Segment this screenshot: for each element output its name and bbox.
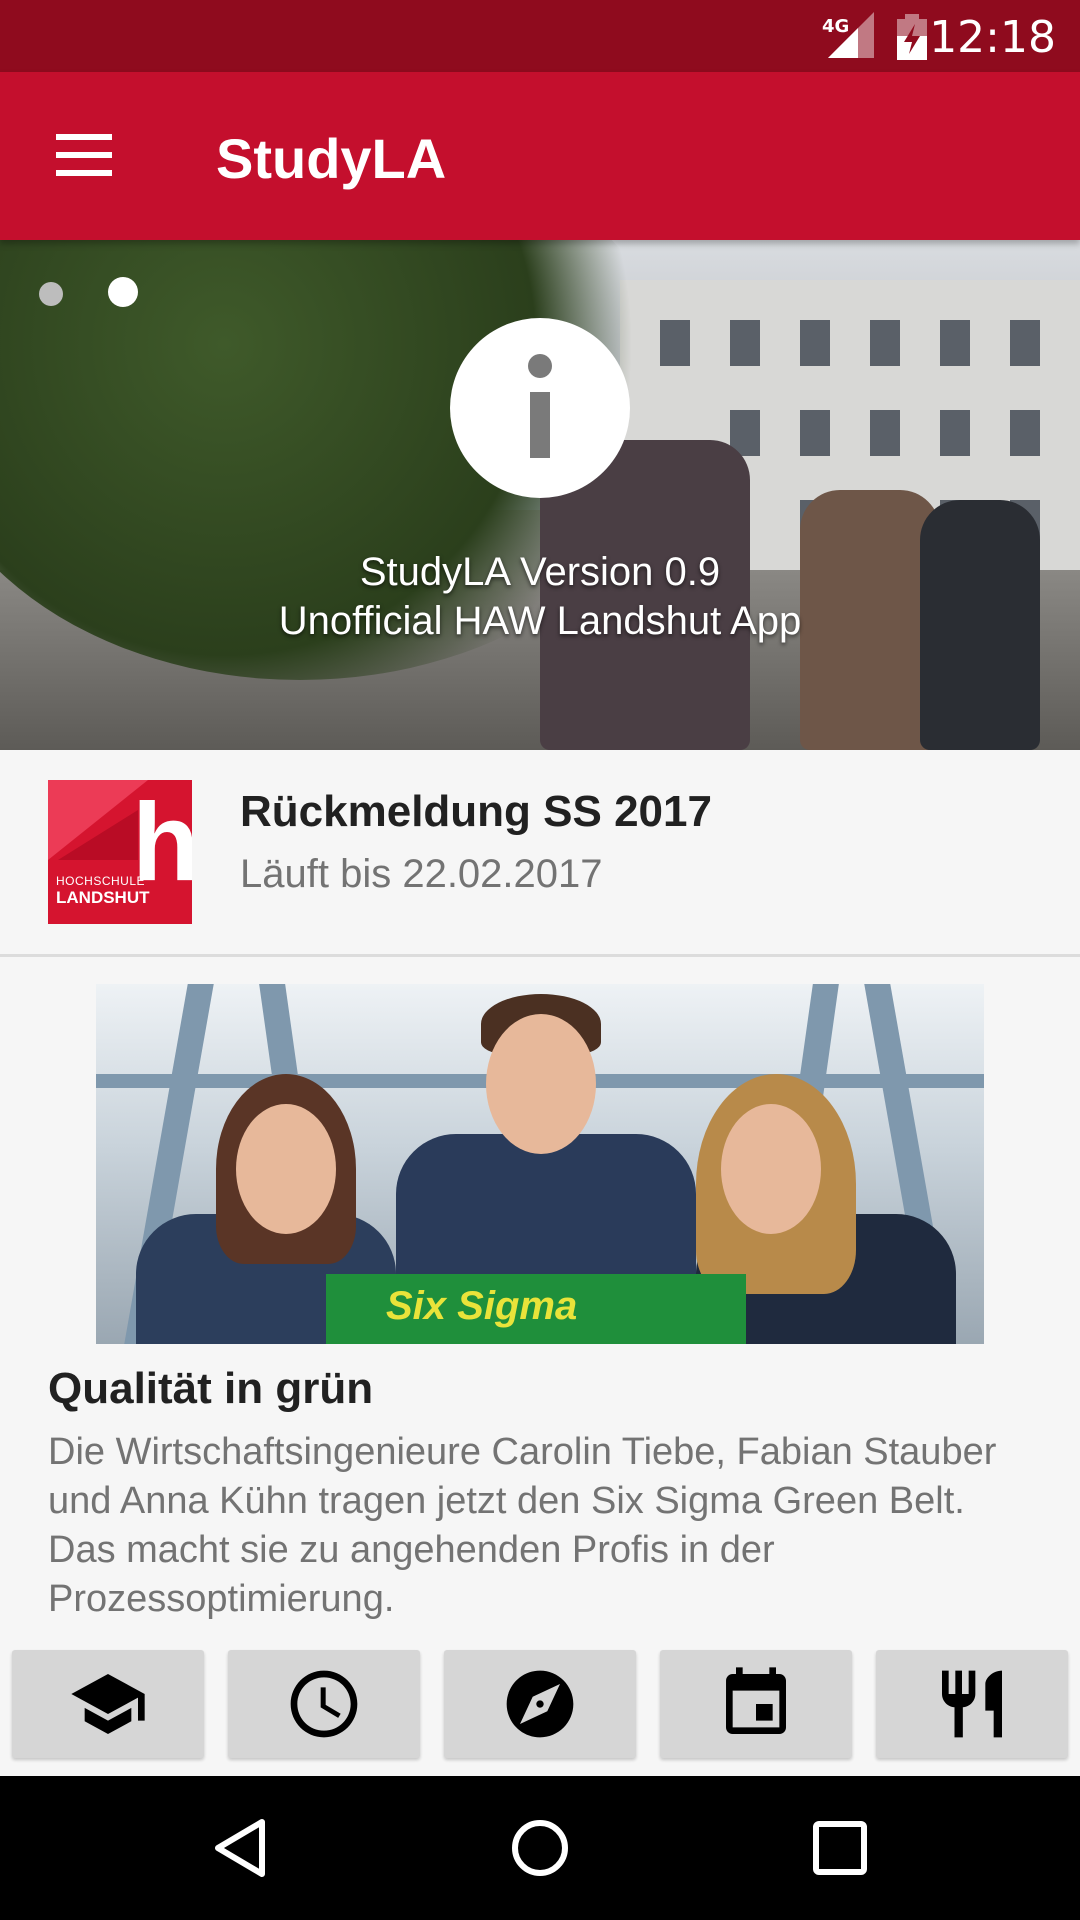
explore-button[interactable]: [444, 1650, 636, 1758]
logo-text-top: HOCHSCHULE: [56, 874, 146, 888]
status-bar: 4G 12:18: [0, 0, 1080, 72]
notice-card[interactable]: h HOCHSCHULE LANDSHUT Rückmeldung SS 201…: [0, 750, 1080, 957]
notice-title: Rückmeldung SS 2017: [240, 787, 712, 836]
studies-button[interactable]: [12, 1650, 204, 1758]
mensa-button[interactable]: [876, 1650, 1068, 1758]
news-image-label: Six Sigma: [386, 1284, 578, 1328]
compass-icon: [506, 1670, 574, 1738]
recents-icon[interactable]: [808, 1816, 872, 1880]
status-time: 12:18: [929, 12, 1056, 63]
calendar-icon: [726, 1667, 786, 1734]
carousel-indicator-dot-active[interactable]: [108, 277, 138, 307]
home-icon[interactable]: [508, 1816, 572, 1880]
news-body: Die Wirtschaftsingenieure Carolin Tiebe,…: [48, 1431, 997, 1620]
clock-icon: [290, 1670, 358, 1738]
graduation-cap-icon: [71, 1674, 145, 1734]
battery-charging-icon: [897, 14, 927, 60]
info-icon[interactable]: [450, 318, 630, 498]
hero-caption-version: StudyLA Version 0.9: [359, 550, 721, 594]
hero-caption-subtitle: Unofficial HAW Landshut App: [278, 599, 802, 643]
hero-carousel[interactable]: StudyLA Version 0.9 Unofficial HAW Lands…: [0, 240, 1080, 750]
logo-text-bottom: LANDSHUT: [56, 888, 150, 907]
signal-4g-icon: 4G: [822, 12, 874, 58]
back-icon[interactable]: [208, 1816, 272, 1880]
hochschule-landshut-logo: h HOCHSCHULE LANDSHUT: [48, 780, 192, 924]
calendar-button[interactable]: [660, 1650, 852, 1758]
bottom-button-bar: [0, 1650, 1080, 1776]
restaurant-icon: [942, 1670, 1002, 1738]
network-type-label: 4G: [822, 16, 849, 37]
carousel-indicator-dot[interactable]: [39, 282, 63, 306]
news-title[interactable]: Qualität in grün: [48, 1364, 373, 1414]
system-navigation-bar: [0, 1776, 1080, 1920]
hamburger-menu-icon[interactable]: [56, 134, 112, 176]
news-image[interactable]: Six Sigma: [96, 984, 984, 1344]
notice-subtitle: Läuft bis 22.02.2017: [240, 852, 603, 896]
app-bar: StudyLA: [0, 72, 1080, 240]
app-title: StudyLA: [216, 127, 447, 190]
schedule-button[interactable]: [228, 1650, 420, 1758]
